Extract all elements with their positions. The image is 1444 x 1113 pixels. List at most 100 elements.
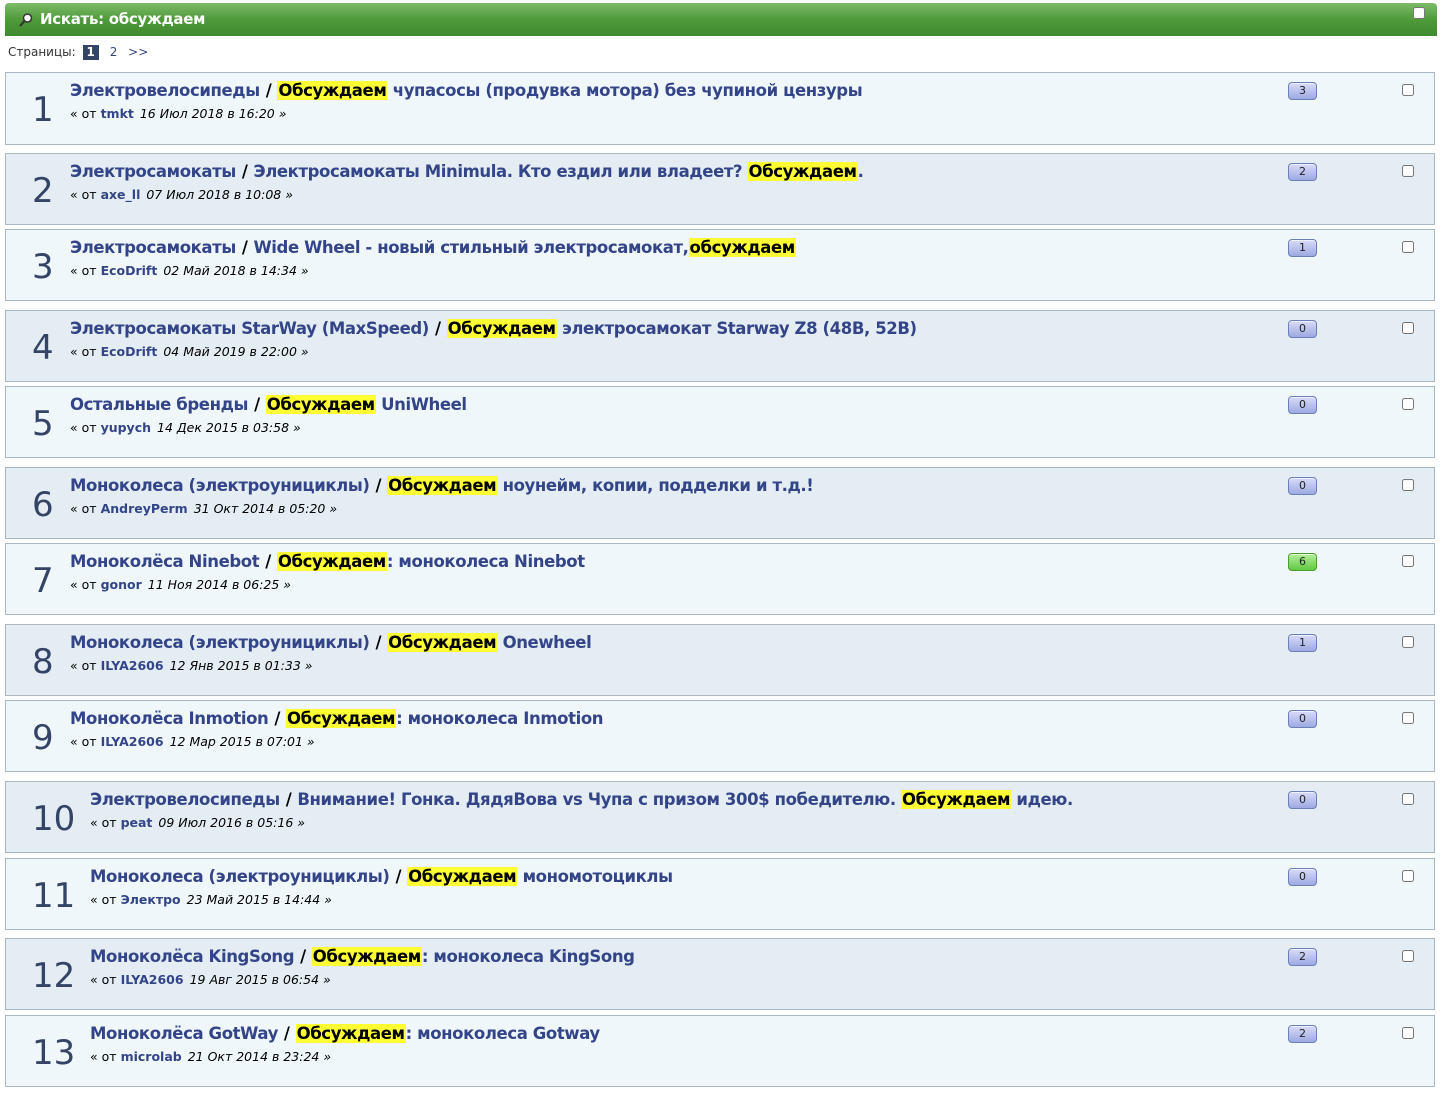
- result-row: 9 Моноколёса Inmotion / Обсуждаем: моноколе…: [5, 700, 1435, 772]
- result-meta: « от ILYA2606 19 Авг 2015 в 06:54 »: [90, 972, 331, 987]
- post-date: 31 Окт 2014 в 05:20 »: [193, 501, 338, 516]
- topic-title-suffix: UniWheel: [375, 395, 467, 414]
- result-topic-link[interactable]: Обсуждаем: моноколеса Ninebot: [276, 552, 585, 571]
- search-highlight: Обсуждаем: [265, 395, 376, 414]
- author-link[interactable]: EcoDrift: [101, 263, 158, 278]
- post-date: 23 Май 2015 в 14:44 »: [186, 892, 332, 907]
- result-meta: « от gonor 11 Ноя 2014 в 06:25 »: [70, 577, 291, 592]
- author-link[interactable]: gonor: [101, 577, 142, 592]
- result-number: 10: [32, 799, 76, 839]
- result-meta: « от microlab 21 Окт 2014 в 23:24 »: [90, 1049, 331, 1064]
- author-link[interactable]: Электро: [121, 892, 181, 907]
- result-board-link[interactable]: Электровелосипеды: [70, 81, 260, 100]
- result-topic-link[interactable]: Обсуждаем электросамокат Starway Z8 (48В…: [446, 319, 917, 338]
- author-prefix: « от: [90, 1049, 117, 1064]
- result-topic-link[interactable]: Обсуждаем: моноколеса Gotway: [295, 1024, 601, 1043]
- result-topic-link[interactable]: Wide Wheel - новый стильный электросамок…: [254, 238, 796, 257]
- result-board-link[interactable]: Моноколёса KingSong: [90, 947, 295, 966]
- result-select-checkbox[interactable]: [1402, 479, 1414, 491]
- author-link[interactable]: ILYA2606: [101, 734, 164, 749]
- result-board-link[interactable]: Моноколеса (электроунициклы): [90, 867, 390, 886]
- select-all-checkbox[interactable]: [1413, 7, 1425, 19]
- result-number: 13: [32, 1033, 76, 1073]
- topic-title-suffix: : моноколеса Ninebot: [386, 552, 585, 571]
- result-board-link[interactable]: Электросамокаты: [70, 162, 236, 181]
- result-board-link[interactable]: Моноколёса Inmotion: [70, 709, 269, 728]
- author-prefix: « от: [90, 972, 117, 987]
- topic-title-suffix: : моноколеса Gotway: [405, 1024, 601, 1043]
- breadcrumb-separator: /: [265, 552, 271, 571]
- result-row: 8 Моноколеса (электроунициклы) / Обсуждаем …: [5, 624, 1435, 696]
- topic-title-suffix: : моноколеса KingSong: [421, 947, 635, 966]
- breadcrumb-separator: /: [274, 709, 281, 728]
- search-highlight: Обсуждаем: [387, 633, 498, 652]
- result-select-checkbox[interactable]: [1402, 322, 1414, 334]
- result-select-checkbox[interactable]: [1402, 793, 1414, 805]
- author-link[interactable]: tmkt: [101, 106, 134, 121]
- result-topic: Моноколёса GotWay / Обсуждаем: моноколеса …: [90, 1024, 600, 1043]
- result-board-link[interactable]: Электросамокаты StarWay (MaxSpeed): [70, 319, 429, 338]
- result-topic-link[interactable]: Обсуждаем мономотоциклы: [407, 867, 673, 886]
- post-date: 07 Июл 2018 в 10:08 »: [146, 187, 293, 202]
- result-select-checkbox[interactable]: [1402, 165, 1414, 177]
- result-select-checkbox[interactable]: [1402, 636, 1414, 648]
- pagination-next-link[interactable]: >>: [128, 45, 148, 59]
- result-board-link[interactable]: Остальные бренды: [70, 395, 248, 414]
- topic-title-prefix: Внимание! Гонка. ДядяВова vs Чупа с приз…: [297, 790, 902, 809]
- result-topic-link[interactable]: Обсуждаем: моноколеса KingSong: [311, 947, 635, 966]
- result-number: 3: [32, 247, 54, 287]
- result-board-link[interactable]: Моноколеса (электроунициклы): [70, 476, 370, 495]
- result-board-link[interactable]: Электровелосипеды: [90, 790, 280, 809]
- author-prefix: « от: [70, 658, 97, 673]
- author-link[interactable]: ILYA2606: [121, 972, 184, 987]
- author-link[interactable]: axe_ll: [101, 187, 141, 202]
- search-highlight: Обсуждаем: [286, 709, 397, 728]
- pagination-page-2[interactable]: 2: [110, 45, 118, 59]
- result-topic-link[interactable]: Обсуждаем: моноколеса Inmotion: [286, 709, 604, 728]
- author-link[interactable]: ILYA2606: [101, 658, 164, 673]
- result-topic: Электросамокаты StarWay (MaxSpeed) / Обсуж…: [70, 319, 917, 338]
- result-topic-link[interactable]: Обсуждаем UniWheel: [265, 395, 467, 414]
- result-board-link[interactable]: Моноколёса GotWay: [90, 1024, 278, 1043]
- result-board-link[interactable]: Моноколёса Ninebot: [70, 552, 260, 571]
- result-topic-link[interactable]: Электросамокаты Minimula. Кто ездил или …: [254, 162, 864, 181]
- author-link[interactable]: yupych: [101, 420, 151, 435]
- result-select-checkbox[interactable]: [1402, 555, 1414, 567]
- author-link[interactable]: EcoDrift: [101, 344, 158, 359]
- result-topic-link[interactable]: Обсуждаем ноунейм, копии, подделки и т.д…: [387, 476, 814, 495]
- result-select-checkbox[interactable]: [1402, 84, 1414, 96]
- result-board-link[interactable]: Электросамокаты: [70, 238, 236, 257]
- result-topic: Моноколёса KingSong / Обсуждаем: моноколес…: [90, 947, 635, 966]
- result-select-checkbox[interactable]: [1402, 950, 1414, 962]
- result-row: 12 Моноколёса KingSong / Обсуждаем: монокол…: [5, 938, 1435, 1010]
- author-link[interactable]: AndreyPerm: [101, 501, 188, 516]
- result-number: 6: [32, 485, 54, 525]
- search-highlight: Обсуждаем: [747, 162, 858, 181]
- reply-count-badge: 6: [1288, 553, 1317, 571]
- result-select-checkbox[interactable]: [1402, 241, 1414, 253]
- search-highlight: Обсуждаем: [901, 790, 1012, 809]
- topic-title-suffix: мономотоциклы: [517, 867, 673, 886]
- result-meta: « от ILYA2606 12 Мар 2015 в 07:01 »: [70, 734, 315, 749]
- result-board-link[interactable]: Моноколеса (электроунициклы): [70, 633, 370, 652]
- result-meta: « от yupych 14 Дек 2015 в 03:58 »: [70, 420, 301, 435]
- result-select-checkbox[interactable]: [1402, 712, 1414, 724]
- result-topic: Электросамокаты / Wide Wheel - новый стиль…: [70, 238, 796, 257]
- result-topic: Электросамокаты / Электросамокаты Minimula…: [70, 162, 864, 181]
- author-link[interactable]: peat: [121, 815, 153, 830]
- topic-title-suffix: : моноколеса Inmotion: [396, 709, 604, 728]
- result-select-checkbox[interactable]: [1402, 870, 1414, 882]
- reply-count-badge: 0: [1288, 320, 1317, 338]
- breadcrumb-separator: /: [300, 947, 306, 966]
- result-topic-link[interactable]: Внимание! Гонка. ДядяВова vs Чупа с приз…: [297, 790, 1073, 809]
- result-select-checkbox[interactable]: [1402, 1027, 1414, 1039]
- result-topic-link[interactable]: Обсуждаем Onewheel: [387, 633, 592, 652]
- result-topic-link[interactable]: Обсуждаем чупасосы (продувка мотора) без…: [277, 81, 863, 100]
- post-date: 11 Ноя 2014 в 06:25 »: [147, 577, 292, 592]
- breadcrumb-separator: /: [434, 319, 441, 338]
- result-row: 3 Электросамокаты / Wide Wheel - новый стил…: [5, 229, 1435, 301]
- result-topic: Моноколёса Inmotion / Обсуждаем: моноколес…: [70, 709, 604, 728]
- author-link[interactable]: microlab: [121, 1049, 182, 1064]
- topic-title-prefix: Wide Wheel - новый стильный электросамок…: [253, 238, 689, 257]
- result-select-checkbox[interactable]: [1402, 398, 1414, 410]
